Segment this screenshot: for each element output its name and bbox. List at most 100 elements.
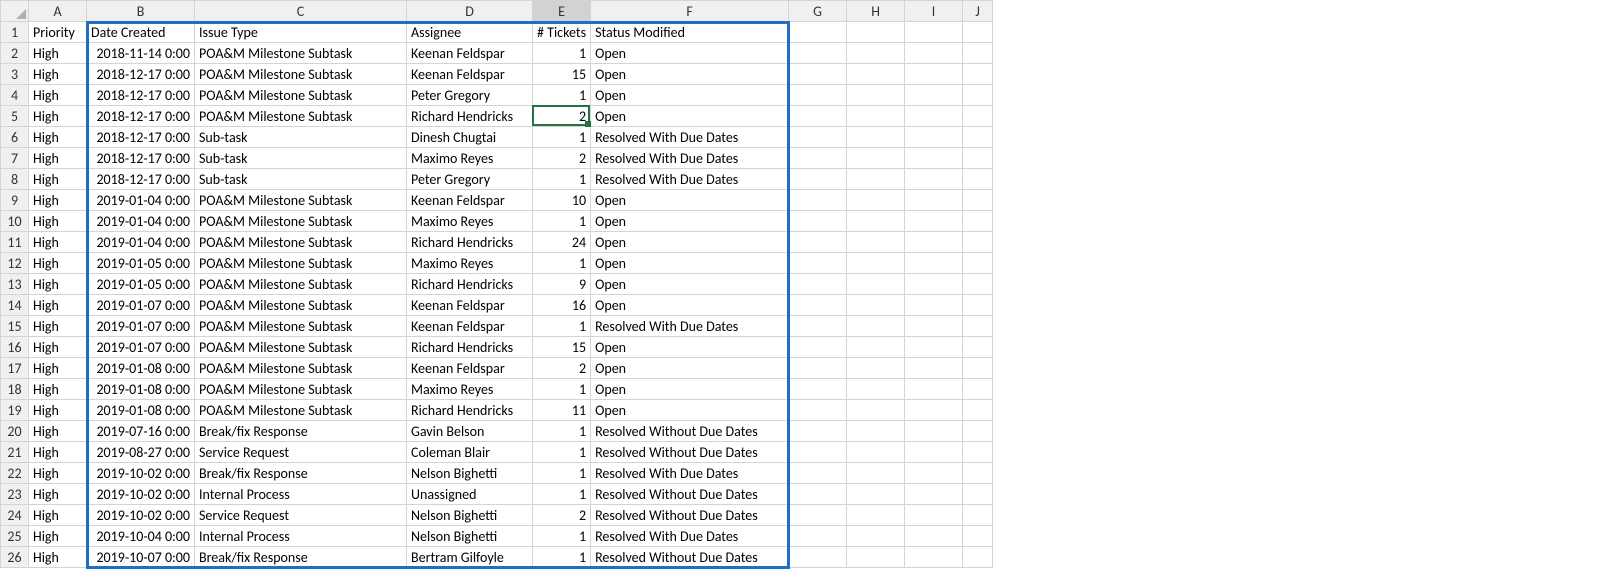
cell[interactable]: [905, 43, 963, 64]
cell[interactable]: [789, 148, 847, 169]
cell-assignee[interactable]: Keenan Feldspar: [407, 316, 533, 337]
cell-tickets[interactable]: 1: [533, 463, 591, 484]
cell[interactable]: [905, 526, 963, 547]
cell[interactable]: [789, 169, 847, 190]
cell-status[interactable]: Resolved Without Due Dates: [591, 484, 789, 505]
cell-assignee[interactable]: Keenan Feldspar: [407, 43, 533, 64]
spreadsheet[interactable]: A B C D E F G H I J 1PriorityDate Create…: [0, 0, 993, 568]
cell-date[interactable]: 2019-10-07 0:00: [87, 547, 195, 568]
cell[interactable]: [905, 463, 963, 484]
cell-assignee[interactable]: Unassigned: [407, 484, 533, 505]
cell-tickets[interactable]: 1: [533, 421, 591, 442]
cell[interactable]: [847, 379, 905, 400]
cell[interactable]: [905, 148, 963, 169]
cell-issue-type[interactable]: Sub-task: [195, 127, 407, 148]
cell[interactable]: [905, 379, 963, 400]
row-header[interactable]: 22: [1, 463, 29, 484]
cell-issue-type[interactable]: POA&M Milestone Subtask: [195, 253, 407, 274]
cell-assignee[interactable]: Maximo Reyes: [407, 253, 533, 274]
cell[interactable]: [789, 505, 847, 526]
cell-tickets[interactable]: 16: [533, 295, 591, 316]
cell-priority[interactable]: High: [29, 274, 87, 295]
cell-issue-type[interactable]: POA&M Milestone Subtask: [195, 85, 407, 106]
cell[interactable]: [905, 85, 963, 106]
cell[interactable]: [847, 463, 905, 484]
cell[interactable]: [847, 127, 905, 148]
cell-assignee[interactable]: Peter Gregory: [407, 85, 533, 106]
col-header-D[interactable]: D: [407, 1, 533, 22]
cell[interactable]: [963, 400, 993, 421]
cell-status[interactable]: Open: [591, 232, 789, 253]
cell-tickets[interactable]: 1: [533, 169, 591, 190]
col-header-H[interactable]: H: [847, 1, 905, 22]
cell[interactable]: [789, 379, 847, 400]
cell[interactable]: [847, 148, 905, 169]
cell-assignee[interactable]: Coleman Blair: [407, 442, 533, 463]
cell-issue-type[interactable]: Internal Process: [195, 526, 407, 547]
row-header[interactable]: 3: [1, 64, 29, 85]
cell-tickets[interactable]: 1: [533, 547, 591, 568]
col-header-E[interactable]: E: [533, 1, 591, 22]
cell[interactable]: [847, 232, 905, 253]
cell-priority[interactable]: High: [29, 253, 87, 274]
cell-date[interactable]: 2018-12-17 0:00: [87, 106, 195, 127]
cell-date[interactable]: 2018-12-17 0:00: [87, 127, 195, 148]
cell-assignee-header[interactable]: Assignee: [407, 22, 533, 43]
cell-date[interactable]: 2019-10-02 0:00: [87, 484, 195, 505]
row-header[interactable]: 5: [1, 106, 29, 127]
cell-date[interactable]: 2018-12-17 0:00: [87, 64, 195, 85]
cell[interactable]: [963, 190, 993, 211]
cell[interactable]: [789, 190, 847, 211]
row-header[interactable]: 24: [1, 505, 29, 526]
cell-tickets[interactable]: 1: [533, 526, 591, 547]
col-header-J[interactable]: J: [963, 1, 993, 22]
cell[interactable]: [963, 169, 993, 190]
cell-date[interactable]: 2019-01-07 0:00: [87, 337, 195, 358]
select-all-corner[interactable]: [1, 1, 29, 22]
cell[interactable]: [847, 547, 905, 568]
cell-issue-type[interactable]: Service Request: [195, 442, 407, 463]
cell[interactable]: [789, 526, 847, 547]
cell[interactable]: [847, 274, 905, 295]
cell-tickets[interactable]: 2: [533, 106, 591, 127]
cell-assignee[interactable]: Richard Hendricks: [407, 400, 533, 421]
cell-issue-type[interactable]: POA&M Milestone Subtask: [195, 106, 407, 127]
cell-assignee[interactable]: Richard Hendricks: [407, 274, 533, 295]
cell-assignee[interactable]: Maximo Reyes: [407, 211, 533, 232]
cell-priority[interactable]: High: [29, 43, 87, 64]
cell[interactable]: [847, 421, 905, 442]
cell[interactable]: [847, 295, 905, 316]
cell[interactable]: [789, 274, 847, 295]
cell[interactable]: [963, 85, 993, 106]
cell-issue-type[interactable]: Break/fix Response: [195, 547, 407, 568]
cell[interactable]: [963, 505, 993, 526]
cell-issue-type[interactable]: POA&M Milestone Subtask: [195, 43, 407, 64]
cell-assignee[interactable]: Peter Gregory: [407, 169, 533, 190]
cell-status[interactable]: Resolved With Due Dates: [591, 127, 789, 148]
cell-issue-type[interactable]: Sub-task: [195, 169, 407, 190]
cell-assignee[interactable]: Nelson Bighetti: [407, 526, 533, 547]
row-header[interactable]: 4: [1, 85, 29, 106]
cell-priority[interactable]: High: [29, 127, 87, 148]
cell[interactable]: [905, 400, 963, 421]
cell-date[interactable]: 2019-10-04 0:00: [87, 526, 195, 547]
cell[interactable]: [847, 526, 905, 547]
row-header[interactable]: 21: [1, 442, 29, 463]
cell-issue-type[interactable]: Break/fix Response: [195, 421, 407, 442]
cell-assignee[interactable]: Keenan Feldspar: [407, 64, 533, 85]
cell[interactable]: [963, 22, 993, 43]
cell-status[interactable]: Resolved With Due Dates: [591, 526, 789, 547]
cell-priority[interactable]: High: [29, 106, 87, 127]
cell[interactable]: [847, 316, 905, 337]
cell[interactable]: [905, 421, 963, 442]
cell-priority[interactable]: High: [29, 400, 87, 421]
cell-priority[interactable]: High: [29, 211, 87, 232]
cell[interactable]: [963, 358, 993, 379]
cell-priority[interactable]: High: [29, 526, 87, 547]
col-header-F[interactable]: F: [591, 1, 789, 22]
cell-status[interactable]: Open: [591, 85, 789, 106]
row-header[interactable]: 17: [1, 358, 29, 379]
cell-status[interactable]: Open: [591, 379, 789, 400]
cell[interactable]: [963, 295, 993, 316]
cell-assignee[interactable]: Keenan Feldspar: [407, 358, 533, 379]
